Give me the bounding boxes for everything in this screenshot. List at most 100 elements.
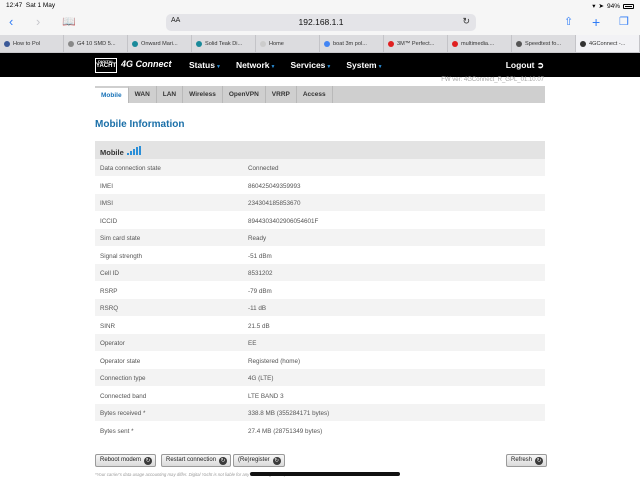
tab-wireless[interactable]: Wireless [183,86,223,103]
logout-icon: ➲ [536,60,544,70]
new-tab-icon[interactable]: + [592,15,600,29]
refresh-icon: ↻ [535,456,544,465]
browser-tab-label: Home [269,40,284,47]
row-value: -79 dBm [248,287,272,295]
forward-icon[interactable]: › [36,15,40,29]
url-text[interactable]: 192.168.1.1 [166,17,476,27]
browser-tab[interactable]: Home [256,35,320,52]
table-row: Bytes sent * 27.4 MB (28751349 bytes) [95,422,545,439]
row-value: LTE BAND 3 [248,392,284,400]
favicon-icon [324,40,330,47]
product-name: 4G Connect [121,59,172,69]
menu-network[interactable]: Network▼ [236,60,276,70]
row-label: IMEI [100,182,113,190]
table-row: RSRQ -11 dB [95,299,545,317]
browser-tab[interactable]: 3M™ Perfect... [384,35,448,52]
row-value: -51 dBm [248,252,272,260]
browser-tab[interactable]: Speedtest fo... [512,35,576,52]
firmware-version: FW ver: 4GConnect_R_GPL_01.10.07 [441,77,544,83]
battery-percent: 94% [606,2,620,10]
back-icon[interactable]: ‹ [9,15,13,29]
favicon-icon [516,40,522,47]
status-tabs: Mobile WAN LAN Wireless OpenVPN VRRP Acc… [95,86,545,103]
row-label: Operator state [100,357,141,365]
tab-access[interactable]: Access [297,86,333,103]
browser-tab-label: Speedtest fo... [525,40,562,47]
info-rows: Data connection state Connected IMEI 860425… [95,159,545,439]
browser-toolbar: ‹ › 📖 AA 192.168.1.1 ↻ ⇧ + ❐ [0,11,640,35]
refresh-icon: ↻ [144,456,153,465]
browser-tab[interactable]: Onward Mari... [128,35,192,52]
browser-tab-label: Solid Teak Di... [205,40,243,47]
row-value: Registered (home) [248,357,301,365]
reboot-modem-button[interactable]: Reboot modem ↻ [95,454,157,467]
chevron-down-icon: ▼ [326,64,332,70]
refresh-button[interactable]: Refresh ↻ [506,454,548,467]
bookmarks-icon[interactable]: 📖 [62,15,76,29]
row-value: 4G (LTE) [248,375,274,382]
table-row: RSRP -79 dBm [95,282,545,299]
favicon-icon [260,40,266,47]
table-row: Connection type 4G (LTE) [95,369,545,387]
main-menu: Status▼ Network▼ Services▼ System▼ [189,60,383,70]
table-row: IMEI 860425049359993 [95,177,545,194]
browser-tab-label: multimedia.... [461,40,495,47]
row-label: SINR [100,322,116,330]
browser-tab[interactable]: How to Pol [0,35,64,52]
browser-tab-label: G4 10 SMD 5... [77,40,116,47]
row-value: 21.5 dB [248,322,270,330]
table-row: Data connection state Connected [95,159,545,177]
clock: 12:47 Sat 1 May [6,2,56,9]
chevron-down-icon: ▼ [270,64,276,70]
browser-tab[interactable]: Solid Teak Di... [192,35,256,52]
row-label: Cell ID [100,270,119,277]
menu-services[interactable]: Services▼ [290,60,331,70]
address-bar[interactable]: AA 192.168.1.1 ↻ [166,14,476,31]
row-value: Connected [248,165,279,172]
share-icon[interactable]: ⇧ [564,15,573,29]
location-icon: ➤ [598,3,604,10]
favicon-icon [580,40,586,47]
tab-vrrp[interactable]: VRRP [266,86,297,103]
row-label: Signal strength [100,252,143,260]
mobile-info-table: Mobile Data connection state Connected IME… [95,141,545,439]
browser-tab-label: 3M™ Perfect... [397,40,435,47]
tab-lan[interactable]: LAN [157,86,184,103]
reload-icon[interactable]: ↻ [462,16,470,27]
page-title: Mobile Information [95,119,185,130]
restart-connection-button[interactable]: Restart connection ↻ [161,454,232,467]
ios-status-bar: 12:47 Sat 1 May ▾ ➤ 94% [0,0,640,11]
browser-tab[interactable]: 4GConnect -... [576,35,640,52]
table-row: Sim card state Ready [95,229,545,247]
row-value: 860425049359993 [248,182,301,190]
row-label: RSRQ [100,305,119,312]
tab-mobile[interactable]: Mobile [95,86,129,103]
table-row: Bytes received * 338.8 MB (355284171 byte… [95,404,545,422]
status-icons: ▾ ➤ 94% [592,2,634,10]
tab-wan[interactable]: WAN [129,86,157,103]
browser-tab[interactable]: multimedia.... [448,35,512,52]
row-label: RSRP [100,287,118,295]
tabs-overview-icon[interactable]: ❐ [619,15,629,29]
favicon-icon [132,40,138,47]
router-header: DIGITAL YACHT 4G Connect Status▼ Network… [0,53,640,77]
section-label: Mobile [100,148,124,157]
row-label: ICCID [100,217,118,225]
favicon-icon [4,40,10,47]
chevron-down-icon: ▼ [377,64,383,70]
table-row: SINR 21.5 dB [95,317,545,334]
favicon-icon [452,40,458,47]
browser-tab[interactable]: G4 10 SMD 5... [64,35,128,52]
row-value: 234304185853670 [248,200,301,207]
row-value: 27.4 MB (28751349 bytes) [248,427,323,435]
browser-tab-strip: How to Pol G4 10 SMD 5... Onward Mari... So… [0,35,640,53]
menu-system[interactable]: System▼ [346,60,382,70]
refresh-icon: ↻ [219,456,228,465]
logout-button[interactable]: Logout ➲ [506,60,544,71]
browser-tab[interactable]: boat 3m pol... [320,35,384,52]
home-indicator[interactable] [250,472,400,476]
browser-tab-label: 4GConnect -... [589,40,626,47]
reregister-button[interactable]: (Re)register ↻ [233,454,285,467]
tab-openvpn[interactable]: OpenVPN [223,86,266,103]
menu-status[interactable]: Status▼ [189,60,221,70]
